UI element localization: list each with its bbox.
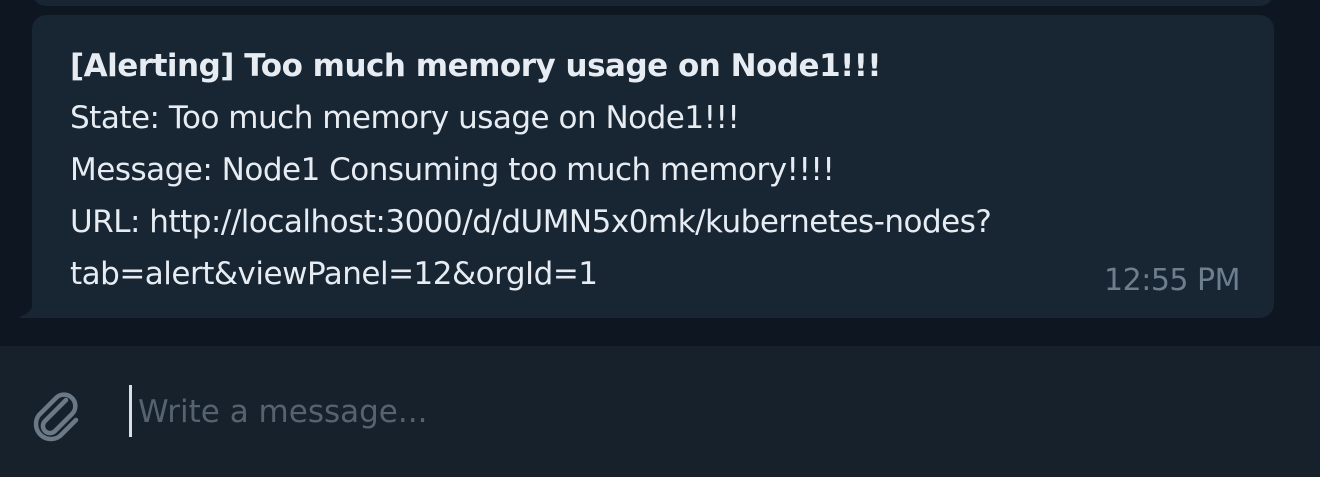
previous-message-bubble [32,0,1274,6]
alert-title: [Alerting] Too much memory usage on Node… [70,48,882,84]
chat-history[interactable]: [Alerting] Too much memory usage on Node… [0,0,1320,346]
paperclip-icon [33,392,79,442]
attach-button[interactable] [26,384,88,446]
alert-url-line-2[interactable]: tab=alert&viewPanel=12&orgId=1 [70,248,1190,300]
message-timestamp: 12:55 PM [1104,263,1240,298]
message-input[interactable] [128,384,1288,440]
alert-message: Message: Node1 Consuming too much memory… [70,152,835,188]
text-caret [129,385,132,437]
alert-url-line-1[interactable]: URL: http://localhost:3000/d/dUMN5x0mk/k… [70,196,1190,248]
message-text: [Alerting] Too much memory usage on Node… [70,40,1190,300]
alert-state: State: Too much memory usage on Node1!!! [70,100,740,136]
